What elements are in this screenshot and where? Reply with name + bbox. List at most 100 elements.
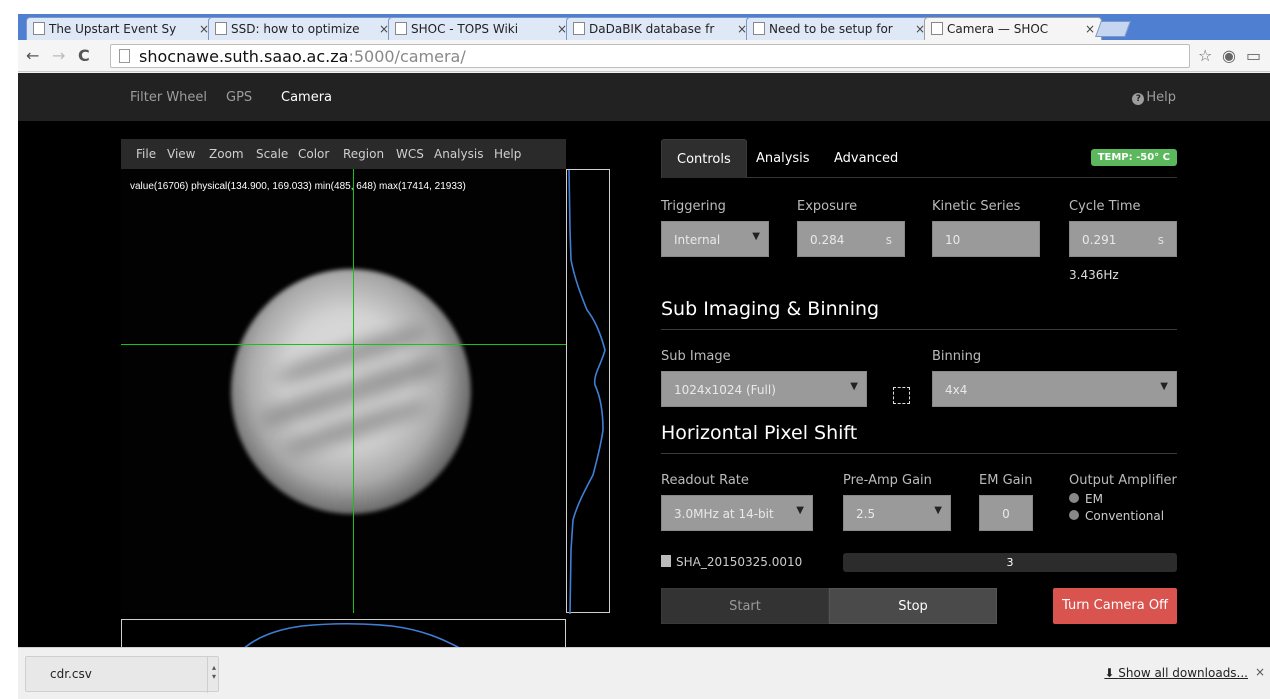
binning-label: Binning	[932, 349, 982, 364]
show-all-downloads-link[interactable]: ⬇ Show all downloads...	[1104, 666, 1248, 680]
viewer-menu-region[interactable]: Region	[343, 147, 384, 161]
image-display[interactable]	[121, 169, 566, 613]
file-icon	[661, 555, 671, 567]
tab-ssd[interactable]: SSD: how to optimize ×	[208, 17, 396, 40]
kinetic-series-input[interactable]: 10	[932, 221, 1040, 257]
help-icon: ?	[1132, 93, 1145, 105]
turn-camera-off-button[interactable]: Turn Camera Off	[1053, 588, 1177, 624]
viewer-menu-file[interactable]: File	[136, 147, 156, 161]
radio-conventional[interactable]: Conventional	[1069, 509, 1164, 523]
viewer-menu-wcs[interactable]: WCS	[396, 147, 424, 161]
crosshair-vertical	[353, 169, 354, 613]
address-bar: ← → C shocnawe.suth.saao.ac.za:5000/came…	[18, 40, 1270, 72]
nav-gps[interactable]: GPS	[226, 90, 252, 105]
section-divider	[661, 453, 1177, 454]
page-icon	[573, 22, 585, 35]
viewer-menu-bar: File View Zoom Scale Color Region WCS An…	[121, 139, 566, 169]
em-gain-input[interactable]: 0	[979, 495, 1033, 531]
section-divider	[661, 329, 1177, 330]
top-navbar: Filter Wheel GPS Camera ? Help	[18, 73, 1270, 121]
panel-tabs: Controls Analysis Advanced TEMP: -50° C	[661, 139, 1177, 178]
viewer-menu-help[interactable]: Help	[494, 147, 521, 161]
tab-analysis[interactable]: Analysis	[741, 139, 825, 178]
triggering-select[interactable]: Internal ▼	[661, 221, 769, 257]
kinetic-series-label: Kinetic Series	[932, 199, 1021, 214]
exposure-label: Exposure	[797, 199, 858, 214]
caret-down-icon: ▼	[752, 231, 760, 242]
download-item[interactable]: cdr.csv ▴ ▾	[25, 656, 220, 693]
acquisition-button-group: Start Stop	[661, 588, 997, 624]
cycle-time-input[interactable]: 0.291 s	[1069, 221, 1177, 257]
binning-select[interactable]: 4x4 ▼	[932, 371, 1177, 407]
select-region-icon[interactable]	[893, 387, 910, 404]
em-gain-label: EM Gain	[979, 473, 1033, 488]
tab-upstart[interactable]: The Upstart Event Sy ×	[26, 17, 216, 40]
pixel-readout: value(16706) physical(134.900, 169.033) …	[130, 181, 466, 192]
favicon-icon	[215, 22, 227, 35]
tab-camera-shoc[interactable]: Camera — SHOC ×	[924, 17, 1102, 41]
sub-imaging-title: Sub Imaging & Binning	[661, 298, 880, 320]
sub-image-select[interactable]: 1024x1024 (Full) ▼	[661, 371, 867, 407]
page-icon	[931, 22, 943, 35]
page-icon	[119, 49, 130, 63]
stop-button[interactable]: Stop	[829, 588, 997, 624]
url-input[interactable]: shocnawe.suth.saao.ac.za:5000/camera/	[110, 44, 1190, 68]
favicon-icon	[33, 22, 45, 35]
nav-camera[interactable]: Camera	[281, 90, 332, 105]
horizontal-pixel-shift-title: Horizontal Pixel Shift	[661, 422, 858, 444]
tab-strip: The Upstart Event Sy × SSD: how to optimi…	[18, 14, 1270, 41]
nav-help[interactable]: ? Help	[1132, 90, 1176, 105]
viewer-menu-view[interactable]: View	[167, 147, 195, 161]
vertical-profile-plot	[566, 169, 610, 615]
crosshair-horizontal	[121, 344, 566, 345]
viewer-menu-scale[interactable]: Scale	[256, 147, 288, 161]
forward-icon[interactable]: →	[52, 46, 65, 65]
viewer-menu-zoom[interactable]: Zoom	[209, 147, 244, 161]
start-button[interactable]: Start	[661, 588, 829, 624]
caret-down-icon: ▼	[850, 381, 858, 392]
close-icon[interactable]: ×	[1085, 22, 1095, 36]
nav-filter-wheel[interactable]: Filter Wheel	[130, 90, 207, 105]
tab-setup[interactable]: Need to be setup for ×	[746, 17, 932, 40]
caret-down-icon: ▼	[1160, 381, 1168, 392]
preamp-gain-label: Pre-Amp Gain	[843, 473, 932, 488]
horizontal-profile-plot	[121, 619, 566, 649]
exposure-input[interactable]: 0.284 s	[797, 221, 905, 257]
temperature-badge: TEMP: -50° C	[1090, 149, 1177, 166]
radio-dot	[1069, 493, 1079, 503]
close-icon[interactable]: ×	[1255, 665, 1265, 679]
viewer-menu-color[interactable]: Color	[298, 147, 329, 161]
radio-em[interactable]: EM	[1069, 492, 1103, 506]
reload-icon[interactable]: C	[78, 46, 90, 65]
extension-icon[interactable]: ◉	[1222, 46, 1236, 65]
camera-control-panel: Controls Analysis Advanced TEMP: -50° C …	[661, 139, 1177, 647]
radio-dot	[1069, 510, 1079, 520]
new-tab-button[interactable]	[1095, 21, 1131, 37]
tab-dadabik[interactable]: DaDaBIK database fr ×	[566, 17, 754, 40]
back-icon[interactable]: ←	[26, 46, 39, 65]
horizontal-profile-curve	[242, 622, 464, 649]
cast-icon[interactable]: ▭	[1246, 46, 1261, 65]
tab-advanced[interactable]: Advanced	[819, 139, 913, 178]
star-icon[interactable]: ☆	[1198, 46, 1212, 65]
preamp-gain-select[interactable]: 2.5 ▼	[843, 495, 951, 531]
caret-down-icon: ▼	[934, 505, 942, 516]
acquisition-progress-bar: 3	[843, 553, 1177, 572]
readout-rate-select[interactable]: 3.0MHz at 14-bit ▼	[661, 495, 813, 531]
shoc-app: Filter Wheel GPS Camera ? Help File View …	[18, 73, 1270, 649]
readout-rate-label: Readout Rate	[661, 473, 749, 488]
downloads-bar: cdr.csv ▴ ▾ ⬇ Show all downloads... ×	[18, 647, 1270, 699]
page-icon	[395, 22, 407, 35]
output-amplifier-label: Output Amplifier	[1069, 473, 1177, 488]
output-filename: SHA_20150325.0010	[661, 555, 802, 569]
viewer-menu-analysis[interactable]: Analysis	[434, 147, 483, 161]
sub-image-label: Sub Image	[661, 349, 731, 364]
chevron-down-icon[interactable]: ▴ ▾	[207, 657, 220, 693]
triggering-label: Triggering	[661, 199, 726, 214]
vertical-profile-curve	[568, 169, 606, 615]
cycle-time-label: Cycle Time	[1069, 199, 1141, 214]
tab-controls[interactable]: Controls	[661, 139, 747, 178]
tab-tops-wiki[interactable]: SHOC - TOPS Wiki ×	[388, 17, 574, 40]
cycle-frequency: 3.436Hz	[1069, 268, 1119, 282]
download-filename: cdr.csv	[50, 667, 92, 681]
